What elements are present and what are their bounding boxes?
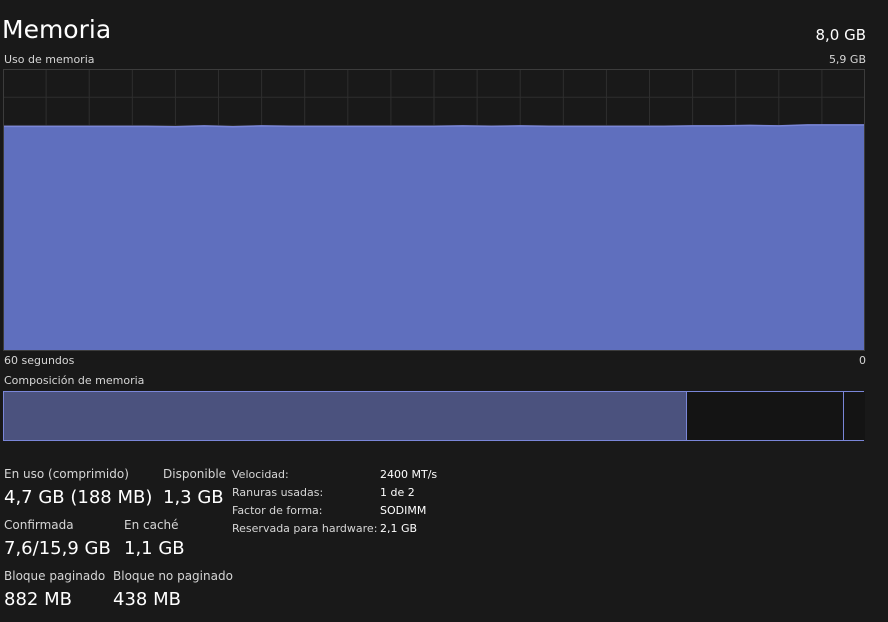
committed-label: Confirmada <box>4 518 74 532</box>
in-use-label: En uso (comprimido) <box>4 467 129 481</box>
form-factor-label: Factor de forma: <box>232 504 323 517</box>
memory-usage-graph <box>3 69 865 351</box>
cached-label: En caché <box>124 518 179 532</box>
available-value: 1,3 GB <box>163 487 224 508</box>
time-axis-end: 0 <box>859 354 866 367</box>
speed-value: 2400 MT/s <box>380 468 438 481</box>
in-use-value: 4,7 GB (188 MB) <box>4 487 153 508</box>
nonpaged-pool-label: Bloque no paginado <box>113 569 233 583</box>
cached-value: 1,1 GB <box>124 538 185 559</box>
usage-area <box>3 124 865 351</box>
available-label: Disponible <box>163 467 227 481</box>
time-axis-start: 60 segundos <box>4 354 75 367</box>
form-factor-value: SODIMM <box>380 504 427 517</box>
total-memory: 8,0 GB <box>815 26 866 44</box>
paged-pool-value: 882 MB <box>4 589 72 610</box>
reserved-value: 2,1 GB <box>380 522 418 535</box>
slots-label: Ranuras usadas: <box>232 486 324 499</box>
usage-graph-max: 5,9 GB <box>828 53 866 66</box>
speed-label: Velocidad: <box>232 468 289 481</box>
composition-in-use[interactable] <box>4 392 683 440</box>
slots-value: 1 de 2 <box>380 486 415 499</box>
nonpaged-pool-value: 438 MB <box>113 589 181 610</box>
composition-free[interactable] <box>843 392 865 440</box>
page-title: Memoria <box>2 15 112 44</box>
composition-standby[interactable] <box>686 392 844 440</box>
paged-pool-label: Bloque paginado <box>4 569 106 583</box>
memory-composition-bar[interactable] <box>3 391 865 441</box>
composition-label: Composición de memoria <box>4 374 145 387</box>
committed-value: 7,6/15,9 GB <box>4 538 111 559</box>
usage-graph-label: Uso de memoria <box>4 53 95 66</box>
reserved-label: Reservada para hardware: <box>232 522 378 535</box>
